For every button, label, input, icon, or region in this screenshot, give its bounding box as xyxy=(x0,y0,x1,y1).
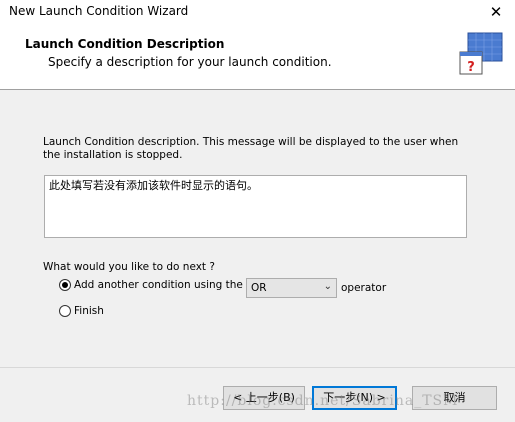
radio-button-selected[interactable] xyxy=(59,279,71,291)
next-button[interactable]: 下一步(N) > xyxy=(312,386,397,410)
radio-button-unselected[interactable] xyxy=(59,305,71,317)
next-step-label: What would you like to do next ? xyxy=(43,261,215,273)
radio-add-condition-label: Add another condition using the xyxy=(74,279,243,291)
wizard-window: New Launch Condition Wizard ✕ Launch Con… xyxy=(0,0,515,422)
page-subtitle: Specify a description for your launch co… xyxy=(48,55,332,69)
header-divider xyxy=(0,89,515,90)
description-label: Launch Condition description. This messa… xyxy=(43,136,459,161)
wizard-help-icon: ? xyxy=(459,32,503,75)
operator-value: OR xyxy=(251,282,267,294)
footer-divider xyxy=(0,367,515,368)
operator-suffix-label: operator xyxy=(341,282,387,294)
page-title: Launch Condition Description xyxy=(25,37,225,51)
svg-text:?: ? xyxy=(467,60,475,75)
operator-dropdown[interactable]: OR ⌄ xyxy=(246,278,337,298)
radio-finish-label: Finish xyxy=(74,305,104,317)
close-icon[interactable]: ✕ xyxy=(485,2,507,22)
chevron-down-icon: ⌄ xyxy=(323,281,332,292)
cancel-button[interactable]: 取消 xyxy=(412,386,497,410)
back-button[interactable]: < 上一步(B) xyxy=(223,386,305,410)
window-title: New Launch Condition Wizard xyxy=(9,4,189,18)
description-textarea[interactable]: 此处填写若没有添加该软件时显示的语句。 xyxy=(44,175,467,238)
wizard-header: Launch Condition Description Specify a d… xyxy=(0,26,515,89)
title-bar: New Launch Condition Wizard ✕ xyxy=(0,0,515,26)
